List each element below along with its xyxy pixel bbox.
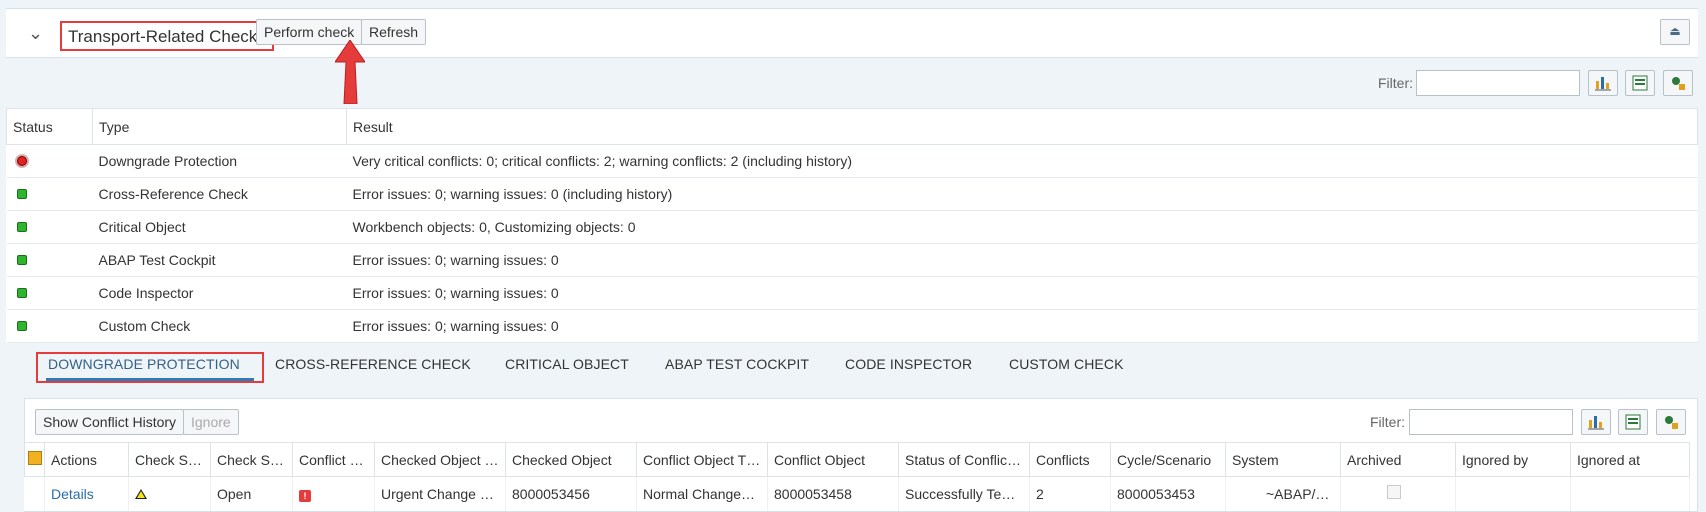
tab-cross-reference-check[interactable]: CROSS-REFERENCE CHECK bbox=[275, 356, 471, 372]
column-header[interactable]: System bbox=[1225, 442, 1341, 477]
column-header[interactable]: Actions bbox=[44, 442, 129, 477]
show-conflict-history-button[interactable]: Show Conflict History bbox=[35, 409, 185, 435]
check-result: Error issues: 0; warning issues: 0 bbox=[346, 309, 1698, 343]
settings-icon[interactable] bbox=[1663, 70, 1693, 96]
refresh-button[interactable]: Refresh bbox=[361, 19, 427, 45]
check-result: Workbench objects: 0, Customizing object… bbox=[346, 210, 1698, 244]
column-header[interactable]: Cycle/Scenario bbox=[1110, 442, 1226, 477]
system: ~ABAP/… bbox=[1225, 476, 1341, 511]
filter-input[interactable] bbox=[1409, 409, 1573, 435]
tabs-panel: DOWNGRADE PROTECTION CROSS-REFERENCE CHE… bbox=[16, 350, 1698, 512]
export-icon[interactable] bbox=[1625, 70, 1655, 96]
check-status: Open bbox=[210, 476, 293, 511]
conflict-object: 8000053458 bbox=[767, 476, 899, 511]
archived-checkbox bbox=[1387, 485, 1401, 500]
table-row[interactable]: Critical Object Workbench objects: 0, Cu… bbox=[6, 210, 1698, 244]
conflicts-count: 2 bbox=[1029, 476, 1111, 511]
check-result: Error issues: 0; warning issues: 0 (incl… bbox=[346, 177, 1698, 211]
column-header[interactable]: Conflicts bbox=[1029, 442, 1111, 477]
column-header[interactable]: Checked Object bbox=[505, 442, 637, 477]
status-of-conflict: Successfully Te… bbox=[898, 476, 1030, 511]
column-header[interactable]: Check S… bbox=[128, 442, 211, 477]
status-green-icon bbox=[16, 255, 27, 265]
column-header[interactable]: Conflict Object bbox=[767, 442, 899, 477]
check-type: Custom Check bbox=[92, 309, 347, 343]
table-row[interactable]: Code Inspector Error issues: 0; warning … bbox=[6, 276, 1698, 310]
checks-table: Status Type Result Downgrade Protection … bbox=[6, 108, 1698, 343]
checked-object-type: Urgent Change … bbox=[374, 476, 506, 511]
column-header[interactable]: Conflict Object T… bbox=[636, 442, 768, 477]
ignore-button[interactable]: Ignore bbox=[183, 409, 239, 435]
conflicts-grid: Actions Check S… Check S… Conflict … Che… bbox=[24, 442, 1690, 511]
settings-icon[interactable] bbox=[1656, 409, 1686, 435]
active-tab-indicator bbox=[46, 378, 254, 381]
section-header: ⌄ Transport-Related Checks Perform check… bbox=[6, 8, 1698, 58]
column-header[interactable]: Archived bbox=[1340, 442, 1456, 477]
tab-code-inspector[interactable]: CODE INSPECTOR bbox=[845, 356, 972, 372]
tab-downgrade-protection[interactable]: DOWNGRADE PROTECTION bbox=[48, 356, 240, 372]
check-type: Cross-Reference Check bbox=[92, 177, 347, 211]
row-selector[interactable] bbox=[24, 476, 45, 511]
select-all-icon[interactable] bbox=[28, 451, 42, 465]
checked-object: 8000053456 bbox=[505, 476, 637, 511]
table-row[interactable]: Cross-Reference Check Error issues: 0; w… bbox=[6, 177, 1698, 211]
ignored-at bbox=[1570, 476, 1690, 511]
column-header[interactable]: Conflict … bbox=[292, 442, 375, 477]
check-type: Critical Object bbox=[92, 210, 347, 244]
column-header[interactable]: Checked Object … bbox=[374, 442, 506, 477]
conflict-object-type: Normal Change… bbox=[636, 476, 768, 511]
details-link[interactable]: Details bbox=[51, 486, 94, 502]
cycle-scenario: 8000053453 bbox=[1110, 476, 1226, 511]
filter-input[interactable] bbox=[1416, 70, 1580, 96]
column-header-type[interactable]: Type bbox=[92, 108, 347, 145]
chart-icon[interactable] bbox=[1588, 70, 1618, 96]
select-all-cell[interactable] bbox=[24, 442, 45, 477]
table-row[interactable]: Custom Check Error issues: 0; warning is… bbox=[6, 309, 1698, 343]
status-red-icon bbox=[16, 156, 27, 166]
warning-icon bbox=[135, 488, 147, 499]
column-header[interactable]: Ignored by bbox=[1455, 442, 1571, 477]
status-green-icon bbox=[16, 288, 27, 298]
eject-icon[interactable]: ⏏ bbox=[1660, 19, 1690, 45]
table-row[interactable]: Downgrade Protection Very critical confl… bbox=[6, 144, 1698, 178]
table-row[interactable]: Details Open ! Urgent Change … 800005345… bbox=[24, 476, 1690, 511]
export-icon[interactable] bbox=[1618, 409, 1648, 435]
filter-label: Filter: bbox=[1370, 414, 1405, 430]
status-green-icon bbox=[16, 321, 27, 331]
red-arrow-icon bbox=[335, 40, 365, 104]
table-row[interactable]: ABAP Test Cockpit Error issues: 0; warni… bbox=[6, 243, 1698, 277]
check-type: Downgrade Protection bbox=[92, 144, 347, 178]
check-result: Very critical conflicts: 0; critical con… bbox=[346, 144, 1698, 178]
chart-icon[interactable] bbox=[1581, 409, 1611, 435]
column-header[interactable]: Status of Conflic… bbox=[898, 442, 1030, 477]
filter-label: Filter: bbox=[1378, 75, 1413, 91]
check-type: ABAP Test Cockpit bbox=[92, 243, 347, 277]
column-header-result[interactable]: Result bbox=[346, 108, 1698, 145]
status-green-icon bbox=[16, 222, 27, 232]
chevron-down-icon[interactable]: ⌄ bbox=[28, 23, 43, 44]
tab-custom-check[interactable]: CUSTOM CHECK bbox=[1009, 356, 1124, 372]
tab-critical-object[interactable]: CRITICAL OBJECT bbox=[505, 356, 629, 372]
column-header[interactable]: Ignored at bbox=[1570, 442, 1690, 477]
ignored-by bbox=[1455, 476, 1571, 511]
status-green-icon bbox=[16, 189, 27, 199]
column-header[interactable]: Check S… bbox=[210, 442, 293, 477]
check-type: Code Inspector bbox=[92, 276, 347, 310]
check-result: Error issues: 0; warning issues: 0 bbox=[346, 243, 1698, 277]
check-result: Error issues: 0; warning issues: 0 bbox=[346, 276, 1698, 310]
column-header-status[interactable]: Status bbox=[6, 108, 93, 145]
conflict-icon: ! bbox=[299, 489, 311, 502]
section-title: Transport-Related Checks bbox=[60, 21, 274, 51]
tab-abap-test-cockpit[interactable]: ABAP TEST COCKPIT bbox=[665, 356, 809, 372]
